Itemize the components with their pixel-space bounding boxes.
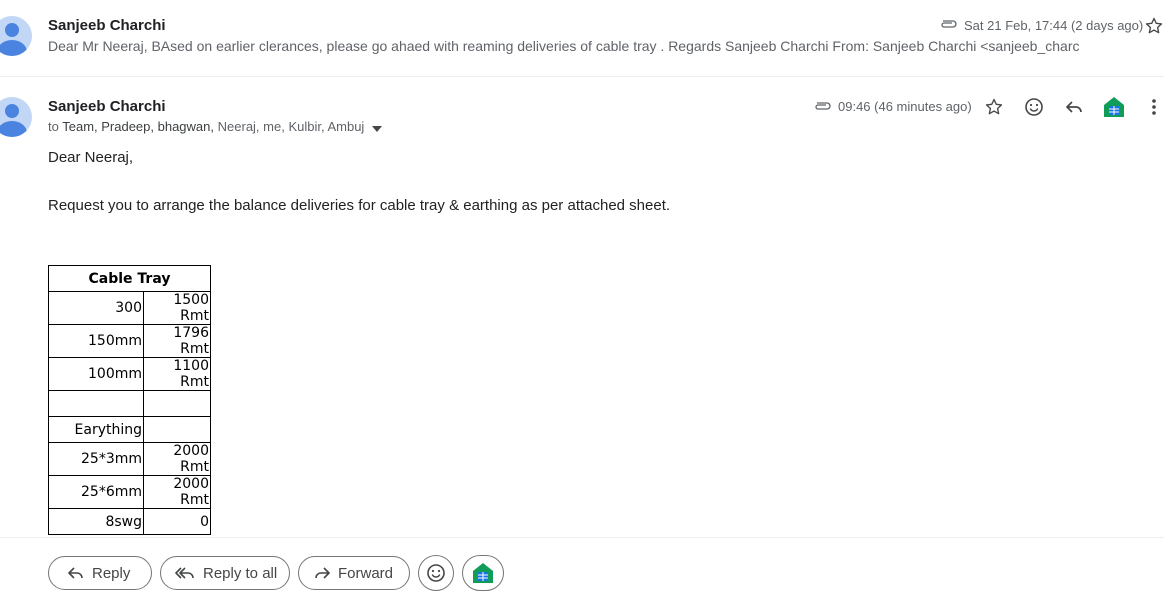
table-row: Earything [48, 416, 211, 443]
table-cell [143, 390, 211, 417]
reply-all-label: Reply to all [203, 564, 278, 582]
table-row: 150mm 1796 Rmt [48, 324, 211, 358]
reply-icon[interactable] [1060, 93, 1088, 121]
table-row: 25*6mm 2000 Rmt [48, 475, 211, 509]
table-row: 25*3mm 2000 Rmt [48, 442, 211, 476]
table-cell: 0 [143, 508, 211, 535]
reply-label: Reply [92, 564, 131, 582]
sheets-icon[interactable] [1100, 93, 1128, 121]
collapsed-date: Sat 21 Feb, 17:44 (2 days ago) [964, 18, 1144, 33]
forward-label: Forward [338, 564, 394, 582]
to-prefix: to [48, 119, 59, 134]
table-cell [48, 390, 144, 417]
table-cell: 1796 Rmt [143, 324, 211, 358]
table-cell: 1100 Rmt [143, 357, 211, 391]
table-cell: 1500 Rmt [143, 291, 211, 325]
sheets-icon [473, 563, 493, 583]
emoji-icon [427, 564, 445, 582]
recipients-line[interactable]: to Team, Pradeep, bhagwan, Neeraj, me, K… [48, 119, 382, 135]
forward-icon [314, 566, 330, 580]
table-cell: 25*6mm [48, 475, 144, 509]
body-text: Request you to arrange the balance deliv… [48, 197, 671, 214]
table-cell: Earything [48, 416, 144, 443]
sender-avatar[interactable] [0, 16, 32, 56]
reply-button[interactable]: Reply [48, 556, 152, 590]
greeting: Dear Neeraj, [48, 149, 134, 166]
table-row [48, 390, 211, 417]
table-cell: 100mm [48, 357, 144, 391]
recipients-secondary: Neeraj, me, Kulbir, Ambuj [217, 119, 365, 134]
sender-avatar[interactable] [0, 97, 32, 137]
table-header-row: Cable Tray [48, 265, 211, 292]
recipients-primary: Team, Pradeep, bhagwan, [62, 119, 215, 134]
table-row: 300 1500 Rmt [48, 291, 211, 325]
paperclip-icon [939, 18, 957, 36]
open-time: 09:46 (46 minutes ago) [838, 99, 972, 114]
table-cell: 8swg [48, 508, 144, 535]
emoji-icon[interactable] [1020, 93, 1048, 121]
star-icon[interactable] [1144, 16, 1164, 41]
table-row: 8swg 0 [48, 508, 211, 535]
paperclip-icon [813, 100, 831, 118]
sheets-addon-button[interactable] [462, 555, 504, 591]
table-cell: 2000 Rmt [143, 475, 211, 509]
reply-icon [68, 566, 84, 580]
table-cell: 25*3mm [48, 442, 144, 476]
emoji-reaction-button[interactable] [418, 555, 454, 591]
star-icon[interactable] [980, 93, 1008, 121]
forward-button[interactable]: Forward [298, 556, 410, 590]
collapsed-sender-name: Sanjeeb Charchi [48, 17, 166, 34]
table-cell [143, 416, 211, 443]
reply-all-icon [175, 566, 195, 580]
reply-all-button[interactable]: Reply to all [160, 556, 290, 590]
actions-divider [0, 537, 1164, 538]
more-vert-icon[interactable] [1140, 93, 1168, 121]
cable-tray-table: Cable Tray 300 1500 Rmt 150mm 1796 Rmt 1… [48, 265, 211, 535]
chevron-down-icon[interactable] [371, 120, 382, 135]
table-header: Cable Tray [48, 265, 211, 292]
table-cell: 300 [48, 291, 144, 325]
open-sender-name: Sanjeeb Charchi [48, 98, 166, 115]
table-cell: 2000 Rmt [143, 442, 211, 476]
message-divider [0, 76, 1164, 77]
table-cell: 150mm [48, 324, 144, 358]
collapsed-snippet[interactable]: Dear Mr Neeraj, BAsed on earlier cleranc… [48, 38, 1079, 54]
table-row: 100mm 1100 Rmt [48, 357, 211, 391]
